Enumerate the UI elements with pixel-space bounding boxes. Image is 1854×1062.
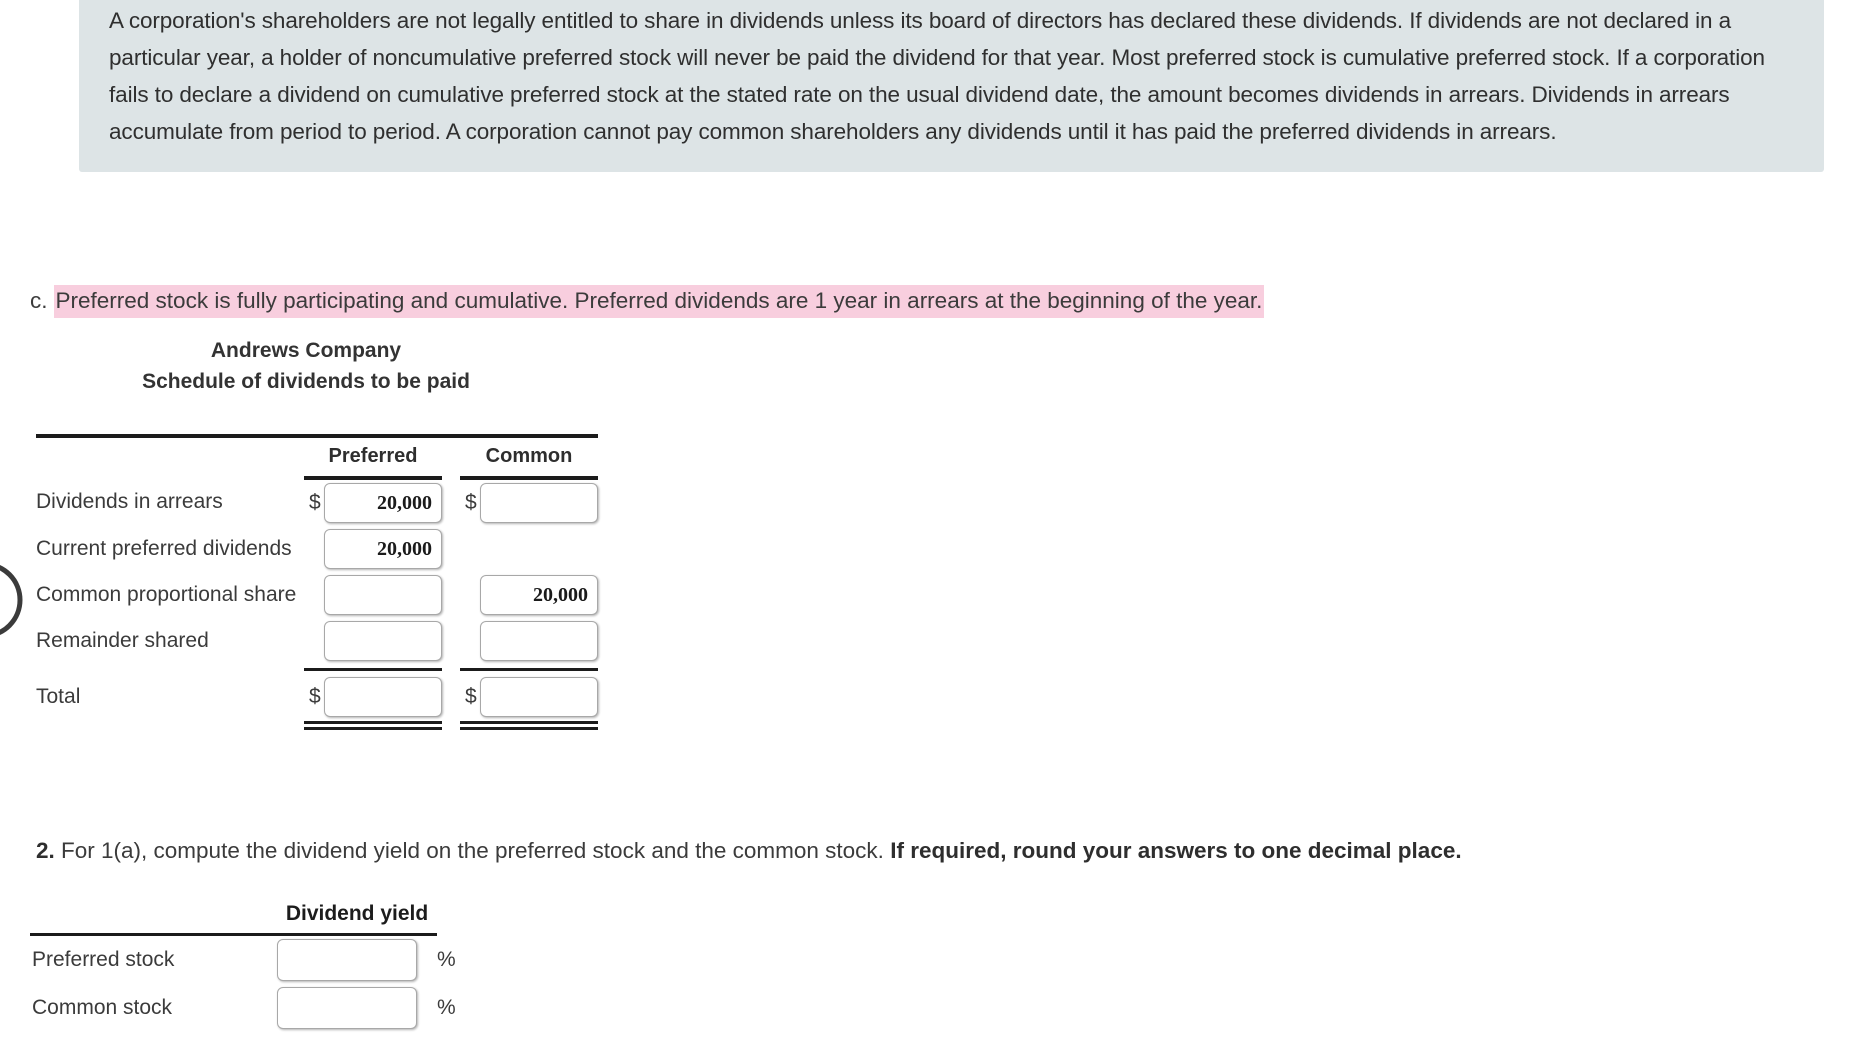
part-c-marker: c. <box>30 288 48 313</box>
row-label-current-preferred-dividends: Current preferred dividends <box>36 537 292 560</box>
input-yield-preferred[interactable] <box>277 939 417 981</box>
row-label-preferred-stock: Preferred stock <box>32 948 175 971</box>
question-2-text: For 1(a), compute the dividend yield on … <box>54 838 891 863</box>
input-remainder-common[interactable] <box>480 621 598 661</box>
subtotal-rule-preferred <box>304 667 442 671</box>
column-gap <box>442 720 460 730</box>
table-row: Current preferred dividends $ 20,000 <box>36 526 598 572</box>
input-yield-common[interactable] <box>277 987 417 1029</box>
dollar-sign: $ <box>309 685 321 708</box>
empty-cell-current-common <box>460 526 598 572</box>
percent-sign-common: % <box>437 996 456 1019</box>
column-gap <box>442 618 460 664</box>
input-current-preferred[interactable]: 20,000 <box>324 529 442 569</box>
input-proportional-preferred[interactable] <box>324 575 442 615</box>
part-c-highlighted-text: Preferred stock is fully participating a… <box>53 285 1265 318</box>
column-header-common: Common <box>460 439 598 480</box>
total-double-rule-common <box>460 720 598 730</box>
schedule-header-row: Preferred Common <box>36 439 598 480</box>
row-label-total: Total <box>36 685 81 708</box>
column-gap <box>442 664 460 674</box>
input-total-preferred[interactable] <box>324 677 442 717</box>
total-double-rule-row <box>36 720 598 730</box>
schedule-subtitle: Schedule of dividends to be paid <box>142 370 470 393</box>
dollar-sign: $ <box>465 491 477 514</box>
row-label-remainder-shared: Remainder shared <box>36 629 209 652</box>
total-double-rule-preferred <box>304 720 442 730</box>
yield-header-row: Dividend yield <box>30 898 497 932</box>
column-gap <box>442 572 460 618</box>
column-header-preferred: Preferred <box>304 439 442 480</box>
schedule-top-rule <box>36 433 598 438</box>
yield-header-spacer <box>437 898 497 932</box>
column-gap <box>442 478 460 526</box>
schedule-header-gap <box>442 439 460 478</box>
subtotal-rule-spacer <box>36 664 304 674</box>
question-2-bold-instruction: If required, round your answers to one d… <box>890 838 1462 863</box>
info-panel-text: A corporation's shareholders are not leg… <box>109 8 1765 144</box>
table-row: Preferred stock % <box>30 936 497 984</box>
input-arrears-preferred[interactable]: 20,000 <box>324 483 442 523</box>
question-2-line: 2. For 1(a), compute the dividend yield … <box>36 836 1462 866</box>
table-row: Common proportional share $ $ 20,000 <box>36 572 598 618</box>
input-proportional-common[interactable]: 20,000 <box>480 575 598 615</box>
input-total-common[interactable] <box>480 677 598 717</box>
column-gap <box>442 526 460 572</box>
partial-circle-icon <box>0 565 23 635</box>
question-2-number: 2. <box>36 838 55 863</box>
dollar-sign: $ <box>309 491 321 514</box>
row-label-common-proportional-share: Common proportional share <box>36 583 297 606</box>
percent-sign-preferred: % <box>437 948 456 971</box>
total-rule-spacer <box>36 720 304 730</box>
row-label-common-stock: Common stock <box>32 996 173 1019</box>
input-remainder-preferred[interactable] <box>324 621 442 661</box>
dividend-schedule-table: Preferred Common Dividends in arrears $ … <box>36 432 598 730</box>
schedule-top-rule-row <box>36 432 598 439</box>
column-gap <box>442 674 460 720</box>
schedule-title-block: Andrews Company Schedule of dividends to… <box>36 335 576 397</box>
input-arrears-common[interactable] <box>480 483 598 523</box>
table-row: Total $ $ <box>36 674 598 720</box>
company-name: Andrews Company <box>210 339 402 362</box>
subtotal-rule-row <box>36 664 598 674</box>
part-c-line: c. Preferred stock is fully participating… <box>30 285 1265 318</box>
schedule-header-blank <box>36 439 304 478</box>
yield-header-blank <box>30 898 277 932</box>
table-row: Remainder shared $ $ <box>36 618 598 664</box>
info-panel: A corporation's shareholders are not leg… <box>79 0 1824 172</box>
dollar-sign: $ <box>465 685 477 708</box>
table-row: Common stock % <box>30 984 497 1032</box>
column-header-dividend-yield: Dividend yield <box>285 902 429 925</box>
subtotal-rule-common <box>460 667 598 671</box>
row-label-dividends-in-arrears: Dividends in arrears <box>36 490 223 513</box>
dividend-yield-table: Dividend yield Preferred stock % Common … <box>30 898 497 1032</box>
table-row: Dividends in arrears $ 20,000 $ <box>36 478 598 526</box>
